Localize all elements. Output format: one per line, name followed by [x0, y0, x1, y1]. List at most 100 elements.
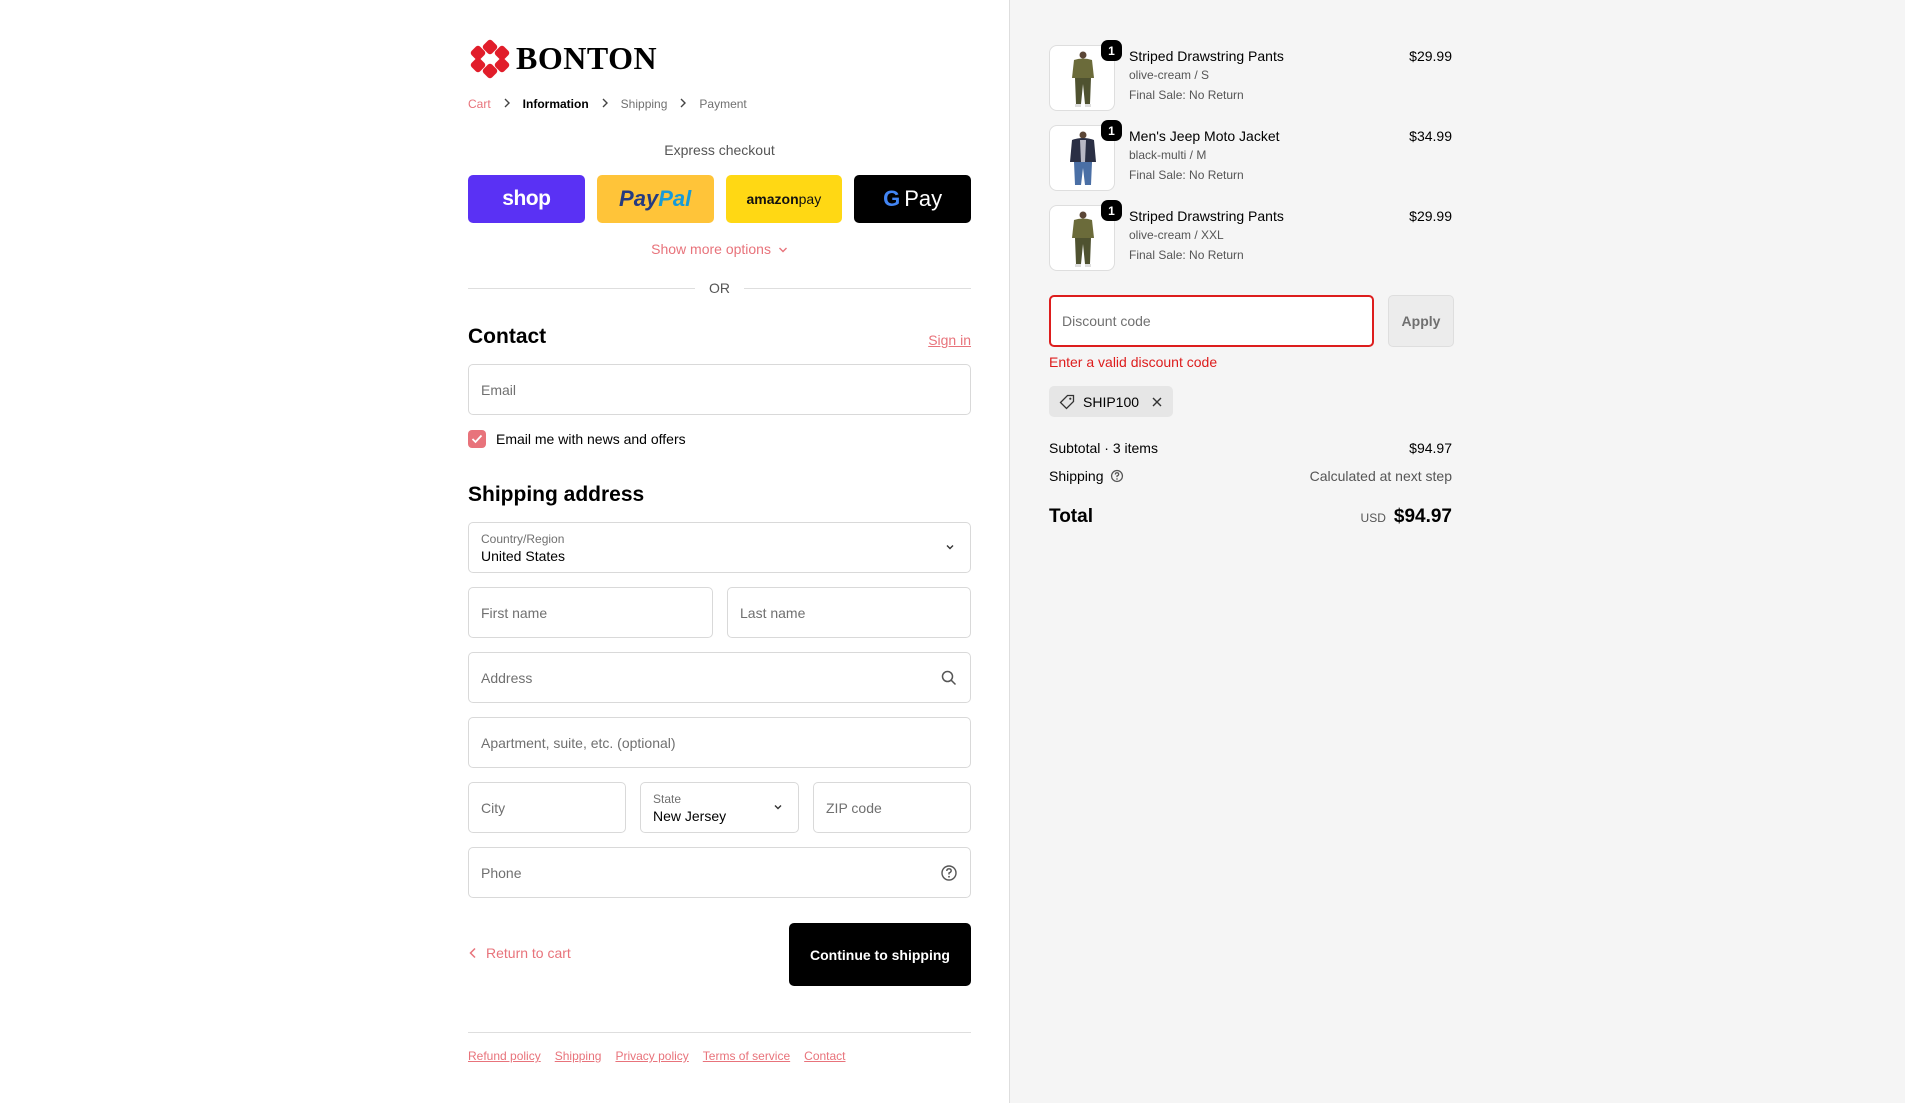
breadcrumb-cart[interactable]: Cart [468, 97, 491, 111]
help-icon[interactable] [1110, 469, 1124, 483]
last-name-placeholder: Last name [740, 604, 806, 621]
country-select[interactable]: Country/Region United States [468, 522, 971, 573]
breadcrumb-payment: Payment [699, 97, 747, 111]
contact-title: Contact [468, 325, 547, 348]
apply-discount-button[interactable]: Apply [1388, 295, 1454, 347]
item-price: $29.99 [1409, 208, 1452, 224]
footer-privacy-policy[interactable]: Privacy policy [615, 1049, 688, 1063]
item-note: Final Sale: No Return [1129, 88, 1244, 102]
footer-terms[interactable]: Terms of service [703, 1049, 790, 1063]
city-placeholder: City [481, 799, 506, 816]
return-to-cart-link[interactable]: Return to cart [468, 945, 571, 961]
first-name-field[interactable]: First name [468, 587, 713, 638]
breadcrumb-information: Information [522, 97, 589, 111]
logo-mark-icon [469, 38, 511, 79]
quantity-badge: 1 [1101, 40, 1122, 61]
total-row: Total USD $94.97 [1049, 506, 1452, 528]
item-variant: olive-cream / S [1129, 68, 1210, 82]
footer-shipping[interactable]: Shipping [555, 1049, 602, 1063]
google-pay-button[interactable]: G Pay [854, 175, 971, 223]
shop-pay-label: shop [502, 187, 551, 210]
address-placeholder: Address [481, 669, 533, 686]
footer-links: Refund policy Shipping Privacy policy Te… [468, 1049, 846, 1063]
chevron-right-icon [599, 97, 611, 111]
apartment-field[interactable]: Apartment, suite, etc. (optional) [468, 717, 971, 768]
email-placeholder: Email [481, 381, 517, 398]
shipping-label: Shipping [1049, 468, 1104, 484]
shop-pay-button[interactable]: shop [468, 175, 585, 223]
google-pay-label: Pay [904, 186, 943, 211]
pants-image-icon [1072, 211, 1094, 267]
express-checkout-buttons: shop Pay Pal amazon pay G Pay [468, 175, 971, 223]
or-label: OR [709, 280, 730, 296]
phone-placeholder: Phone [481, 864, 522, 881]
divider-line [468, 287, 695, 289]
express-checkout-title: Express checkout [664, 142, 775, 158]
last-name-field[interactable]: Last name [727, 587, 971, 638]
brand-logo[interactable]: BONTON [469, 38, 657, 79]
state-select[interactable]: State New Jersey [640, 782, 799, 833]
chevron-right-icon [501, 97, 513, 111]
breadcrumb-shipping: Shipping [620, 97, 668, 111]
breadcrumb: Cart Information Shipping Payment [468, 97, 747, 111]
item-note: Final Sale: No Return [1129, 168, 1244, 182]
total-value: $94.97 [1393, 506, 1452, 527]
product-thumbnail: 1 [1049, 40, 1122, 111]
email-field[interactable]: Email [468, 364, 971, 415]
search-icon [941, 670, 957, 685]
total-label: Total [1049, 506, 1093, 527]
country-label: Country/Region [481, 531, 565, 546]
close-icon[interactable] [1151, 396, 1163, 408]
tag-icon [1059, 394, 1075, 409]
item-name: Striped Drawstring Pants [1129, 208, 1284, 224]
footer-refund-policy[interactable]: Refund policy [468, 1049, 541, 1063]
discount-code-placeholder: Discount code [1062, 313, 1151, 329]
footer-divider [468, 1032, 971, 1033]
show-more-options-link[interactable]: Show more options [468, 241, 971, 257]
continue-to-shipping-button[interactable]: Continue to shipping [789, 923, 971, 986]
paypal-label-part1: Pay [619, 186, 659, 211]
item-name: Men's Jeep Moto Jacket [1129, 128, 1280, 144]
discount-code-input[interactable]: Discount code [1049, 295, 1374, 347]
item-price: $34.99 [1409, 128, 1452, 144]
item-note: Final Sale: No Return [1129, 248, 1244, 262]
total-amount-group: USD $94.97 [1361, 506, 1452, 528]
pants-image-icon [1072, 51, 1094, 107]
product-thumbnail: 1 [1049, 120, 1122, 191]
applied-discount-code: SHIP100 [1083, 393, 1140, 410]
paypal-button[interactable]: Pay Pal [596, 175, 714, 223]
chevron-down-icon [946, 545, 954, 550]
quantity-badge: 1 [1101, 200, 1122, 221]
shipping-label-group: Shipping [1049, 468, 1124, 484]
product-thumbnail: 1 [1049, 200, 1122, 271]
checkout-main: BONTON Cart Information Shipping Payment… [0, 0, 1009, 1103]
chevron-left-icon [469, 947, 476, 959]
chevron-down-icon [774, 805, 782, 810]
jacket-image-icon [1070, 131, 1096, 185]
footer-contact[interactable]: Contact [804, 1049, 845, 1063]
subtotal-value: $94.97 [1409, 440, 1452, 456]
google-g-icon: G [883, 186, 901, 211]
subtotal-row: Subtotal · 3 items $94.97 [1049, 440, 1452, 456]
discount-error-message: Enter a valid discount code [1049, 354, 1218, 370]
shipping-address-title: Shipping address [468, 483, 645, 506]
zip-field[interactable]: ZIP code [813, 782, 971, 833]
check-icon [471, 434, 483, 444]
help-icon[interactable] [940, 864, 958, 882]
currency-code: USD [1360, 511, 1386, 525]
or-divider: OR [468, 280, 971, 296]
chevron-down-icon [778, 247, 787, 253]
order-summary: 1 Striped Drawstring Pants olive-cream /… [1009, 0, 1905, 1103]
item-variant: black-multi / M [1129, 148, 1207, 162]
phone-field[interactable]: Phone [468, 847, 971, 898]
newsletter-option[interactable]: Email me with news and offers [468, 430, 686, 448]
apartment-placeholder: Apartment, suite, etc. (optional) [481, 734, 676, 751]
sign-in-link[interactable]: Sign in [928, 332, 971, 348]
address-field[interactable]: Address [468, 652, 971, 703]
city-field[interactable]: City [468, 782, 626, 833]
subtotal-label: Subtotal · 3 items [1049, 440, 1158, 456]
newsletter-checkbox[interactable] [468, 430, 486, 448]
country-value: United States [481, 547, 566, 564]
amazon-pay-button[interactable]: amazon pay [725, 175, 843, 223]
zip-placeholder: ZIP code [826, 799, 882, 816]
